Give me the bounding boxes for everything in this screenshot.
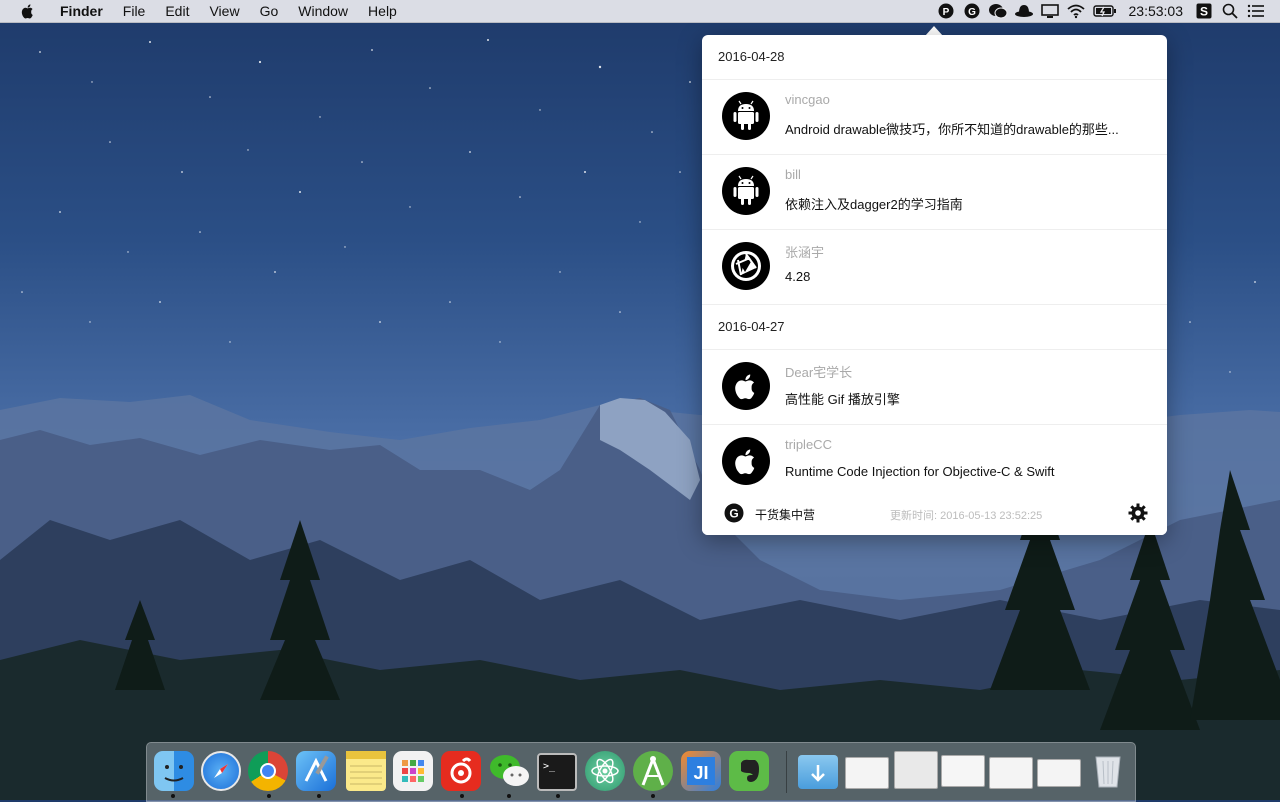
dock-running-indicator — [507, 794, 511, 798]
window-preview-5[interactable] — [1037, 759, 1081, 787]
menu-clock[interactable]: 23:53:03 — [1121, 3, 1192, 19]
svg-text:JI: JI — [693, 763, 708, 783]
display-icon[interactable] — [1040, 0, 1060, 22]
dock-running-indicator — [460, 794, 464, 798]
android-icon — [722, 167, 770, 215]
dock-running-indicator — [267, 794, 271, 798]
search-icon[interactable] — [1220, 0, 1240, 22]
chrome-icon[interactable] — [248, 751, 288, 791]
menu-window[interactable]: Window — [288, 0, 358, 22]
menu-bar: Finder File Edit View Go Window Help P G… — [0, 0, 1280, 23]
window-preview-3[interactable] — [941, 755, 985, 787]
item-title[interactable]: Android drawable微技巧，你所不知道的drawable的那些... — [785, 119, 1119, 138]
svg-text:P: P — [942, 7, 949, 18]
svg-text:G: G — [729, 507, 738, 521]
wechat-icon[interactable] — [488, 751, 529, 791]
gank-popover: 2016-04-28 vincgao Android drawable微技巧，你… — [702, 35, 1167, 535]
window-preview-2[interactable] — [894, 751, 938, 789]
android-studio-icon[interactable] — [633, 751, 673, 791]
popover-footer: G 干货集中营 更新时间: 2016-05-13 23:52:25 — [702, 491, 1167, 535]
item-title[interactable]: 高性能 Gif 播放引擎 — [785, 389, 900, 408]
menu-file[interactable]: File — [113, 0, 156, 22]
trash-icon[interactable] — [1088, 751, 1128, 791]
launchpad-icon[interactable] — [393, 751, 433, 791]
dock-running-indicator — [651, 794, 655, 798]
menu-view[interactable]: View — [199, 0, 249, 22]
svg-text:G: G — [968, 7, 976, 18]
s-icon[interactable]: S — [1194, 0, 1214, 22]
item-author: Dear宅学长 — [785, 365, 853, 380]
dock-running-indicator — [317, 794, 321, 798]
menu-app-name[interactable]: Finder — [50, 0, 113, 22]
evernote-icon[interactable] — [729, 751, 769, 791]
list-item[interactable]: tripleCC Runtime Code Injection for Obje… — [702, 425, 1167, 499]
apple-icon — [722, 437, 770, 485]
wifi-icon[interactable] — [1066, 0, 1086, 22]
svg-text:>_: >_ — [543, 761, 556, 772]
list-item[interactable]: vincgao Android drawable微技巧，你所不知道的drawab… — [702, 80, 1167, 155]
item-title[interactable]: 依赖注入及dagger2的学习指南 — [785, 194, 963, 213]
apple-menu-icon[interactable] — [20, 3, 36, 19]
wechat-icon[interactable] — [988, 0, 1008, 22]
list-item[interactable]: Dear宅学长 高性能 Gif 播放引擎 — [702, 350, 1167, 425]
gear-icon[interactable] — [1128, 503, 1148, 528]
android-icon — [722, 92, 770, 140]
footer-app-name: 干货集中营 — [755, 508, 816, 522]
window-preview-4[interactable] — [989, 757, 1033, 789]
list-item[interactable]: 张涵宇 4.28 — [702, 230, 1167, 305]
date-header: 2016-04-27 — [702, 305, 1167, 350]
dock: >_ JI — [146, 742, 1136, 802]
aperture-icon — [722, 242, 770, 290]
item-author: bill — [785, 167, 801, 182]
g-app-icon[interactable]: G — [962, 0, 982, 22]
svg-text:S: S — [1200, 5, 1208, 19]
battery-icon[interactable] — [1092, 0, 1118, 22]
finder-icon[interactable] — [154, 751, 194, 791]
item-title[interactable]: 4.28 — [785, 269, 810, 284]
apple-icon — [722, 362, 770, 410]
item-author: vincgao — [785, 92, 830, 107]
list-item[interactable]: bill 依赖注入及dagger2的学习指南 — [702, 155, 1167, 230]
downloads-folder-icon[interactable] — [798, 755, 838, 789]
dock-running-indicator — [556, 794, 560, 798]
list-icon[interactable] — [1246, 0, 1266, 22]
netease-music-icon[interactable] — [441, 751, 481, 791]
item-author: tripleCC — [785, 437, 832, 452]
dock-divider — [786, 751, 787, 793]
window-preview-1[interactable] — [845, 757, 889, 789]
hat-icon[interactable] — [1014, 0, 1034, 22]
terminal-icon[interactable]: >_ — [537, 753, 577, 791]
jetbrains-icon[interactable]: JI — [681, 751, 721, 791]
footer-updated-time: 更新时间: 2016-05-13 23:52:25 — [890, 510, 1043, 522]
dock-running-indicator — [171, 794, 175, 798]
menu-help[interactable]: Help — [358, 0, 407, 22]
menu-go[interactable]: Go — [250, 0, 289, 22]
gank-logo-icon: G — [724, 503, 744, 528]
date-header: 2016-04-28 — [702, 35, 1167, 80]
atom-icon[interactable] — [585, 751, 625, 791]
p-icon[interactable]: P — [936, 0, 956, 22]
item-author: 张涵宇 — [785, 245, 825, 260]
xcode-icon[interactable] — [296, 751, 336, 791]
menu-edit[interactable]: Edit — [155, 0, 199, 22]
item-title[interactable]: Runtime Code Injection for Objective-C &… — [785, 464, 1055, 479]
safari-icon[interactable] — [201, 751, 241, 791]
notes-icon[interactable] — [346, 751, 386, 791]
